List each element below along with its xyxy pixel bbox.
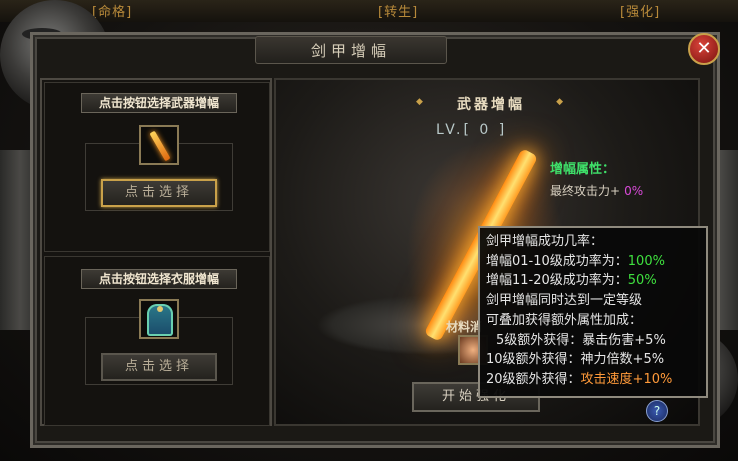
- attribute-label: 最终攻击力+: [550, 184, 621, 198]
- rate-label-2: 增幅11-20级成功率为：: [486, 273, 628, 289]
- rate-row-2: 增幅11-20级成功率为：50%: [486, 271, 700, 291]
- robe-icon: [147, 304, 173, 336]
- sword-icon: [149, 130, 171, 162]
- selection-panel: 点击按钮选择武器增幅 点击选择 点击按钮选择衣服增幅 点击选择: [40, 78, 272, 426]
- tooltip-title: 剑甲增幅成功几率：: [486, 234, 604, 249]
- bonus-row-20: 20级额外获得：攻击速度+10%: [486, 370, 700, 390]
- bonus-label-10: 10级额外获得：: [486, 352, 581, 368]
- level-display: LV.[ 0 ]: [436, 122, 508, 138]
- weapon-select-panel: 点击按钮选择武器增幅 点击选择: [44, 82, 270, 252]
- close-icon: ✕: [696, 38, 712, 59]
- select-armor-button[interactable]: 点击选择: [101, 353, 217, 381]
- weapon-select-header: 点击按钮选择武器增幅: [81, 93, 237, 113]
- weapon-slot[interactable]: [139, 125, 179, 165]
- material-label: 材料消: [446, 320, 483, 334]
- armor-slot[interactable]: [139, 299, 179, 339]
- bonus-label-20: 20级额外获得：: [486, 371, 581, 387]
- bonus-value-10: 神力倍数+5%: [580, 352, 665, 368]
- attribute-title: 增幅属性：: [550, 162, 616, 177]
- bonus-row-10: 10级额外获得：神力倍数+5%: [486, 350, 700, 370]
- select-weapon-button[interactable]: 点击选择: [101, 179, 217, 207]
- tab-enhance[interactable]: [强化]: [620, 1, 660, 20]
- bonus-row-5: 5级额外获得：暴击伤害+5%: [486, 331, 700, 351]
- attribute-value: 0%: [624, 184, 644, 198]
- window-title: 剑甲增幅: [310, 41, 391, 60]
- rate-value-2: 50%: [627, 273, 657, 289]
- tooltip-note-1: 剑甲增幅同时达到一定等级: [486, 293, 643, 309]
- window-titlebar: 剑甲增幅: [255, 36, 447, 64]
- tab-fate[interactable]: [命格]: [92, 1, 132, 20]
- bonus-label-5: 5级额外获得：: [496, 332, 583, 348]
- tooltip-note-2: 可叠加获得额外属性加成：: [486, 312, 643, 328]
- success-rate-tooltip: 剑甲增幅成功几率： 增幅01-10级成功率为：100% 增幅11-20级成功率为…: [478, 226, 708, 398]
- armor-select-header: 点击按钮选择衣服增幅: [81, 269, 237, 289]
- rate-label-1: 增幅01-10级成功率为：: [486, 253, 628, 269]
- section-title: 武器增幅: [416, 94, 566, 114]
- rate-row-1: 增幅01-10级成功率为：100%: [486, 252, 700, 272]
- rate-value-1: 100%: [627, 253, 665, 269]
- bonus-value-5: 暴击伤害+5%: [582, 332, 666, 348]
- armor-select-panel: 点击按钮选择衣服增幅 点击选择: [44, 256, 270, 426]
- section-title-text: 武器增幅: [457, 97, 525, 113]
- tab-rebirth[interactable]: [转生]: [378, 1, 418, 20]
- top-tab-bar: [命格] [转生] [强化]: [0, 0, 738, 22]
- help-icon[interactable]: ?: [646, 400, 668, 422]
- attribute-row: 最终攻击力+ 0%: [550, 182, 643, 199]
- close-button[interactable]: ✕: [688, 33, 720, 65]
- bonus-value-20: 攻击速度+10%: [580, 371, 673, 387]
